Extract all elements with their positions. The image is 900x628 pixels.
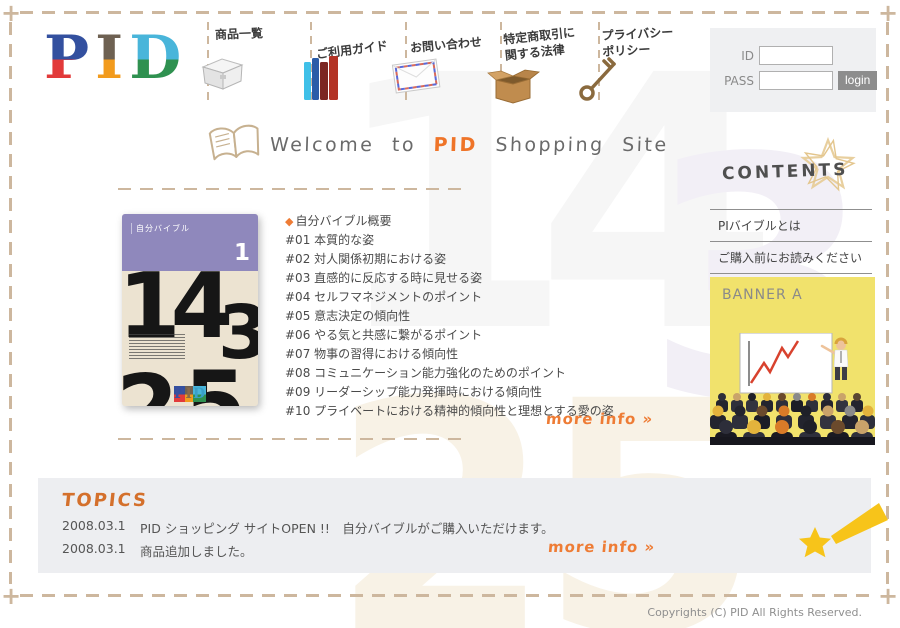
id-input[interactable]: [759, 46, 833, 65]
topic-date: 2008.03.1: [62, 518, 140, 537]
copyright: Copyrights (C) PID All Rights Reserved.: [647, 606, 862, 619]
topic-text: 商品追加しました。: [140, 541, 253, 560]
chapter-list: ◆自分バイブル概要 #01 本質的な姿 #02 対人関係初期における姿 #03 …: [285, 212, 614, 421]
open-book-icon: [204, 119, 266, 169]
diamond-bullet: ◆: [285, 215, 293, 228]
nav-item-products[interactable]: 商品一覧: [215, 25, 264, 43]
banner-label: BANNER A: [722, 287, 803, 303]
welcome-brand: PID: [433, 134, 478, 156]
chapter-row: #09 リーダーシップ能力発揮時における傾向性: [285, 383, 614, 402]
login-button[interactable]: login: [838, 71, 877, 90]
frame-left-dash: [9, 22, 12, 584]
site-logo[interactable]: PID: [44, 28, 187, 88]
shooting-star-icon: [795, 496, 891, 566]
frame-corner-plus: +: [1, 1, 21, 25]
pass-input[interactable]: [759, 71, 833, 90]
topic-text: PID ショッピング サイトOPEN !! 自分バイブルがご購入いただけます。: [140, 518, 554, 537]
welcome-heading: Welcome to PID Shopping Site: [270, 134, 669, 156]
chapter-row: #07 物事の習得における傾向性: [285, 345, 614, 364]
nav-label: 商品一覧: [215, 26, 263, 42]
sidebar-link-about[interactable]: PIバイブルとは: [710, 209, 872, 241]
chapter-row: #08 コミュニケーション能力強化のためのポイント: [285, 364, 614, 383]
case-icon: [196, 48, 248, 94]
product-cover: 自分バイブル 1 14 3 2 5 PID: [122, 214, 258, 406]
topics-title: TOPICS: [61, 490, 149, 511]
chapter-row: #04 セルフマネジメントのポイント: [285, 288, 614, 307]
chapter-row: #05 意志決定の傾向性: [285, 307, 614, 326]
topic-row: 2008.03.1 PID ショッピング サイトOPEN !! 自分バイブルがご…: [62, 518, 554, 537]
welcome-suffix: Shopping Site: [495, 134, 669, 156]
logo-letter: D: [129, 23, 187, 93]
overview-heading: ◆自分バイブル概要: [285, 212, 614, 231]
cover-series-title: 自分バイブル: [131, 223, 190, 234]
id-label: ID: [710, 49, 754, 63]
envelope-icon: [388, 54, 444, 96]
sidebar-links: PIバイブルとは ご購入前にお読みください: [710, 209, 872, 274]
cover-text-block: [129, 334, 185, 360]
pass-label: PASS: [710, 74, 754, 88]
more-info-link[interactable]: more info »: [545, 410, 654, 428]
presentation-illustration: [710, 333, 875, 445]
section-divider: [118, 438, 463, 440]
frame-bottom-dash: [20, 594, 876, 597]
frame-corner-plus: +: [878, 1, 898, 25]
logo-letter: I: [95, 23, 129, 93]
cover-logo: PID: [122, 386, 258, 402]
section-divider: [118, 188, 463, 190]
page: 14 3 25 + + + + PID 商品一覧 ご利用ガイド お問い合わせ: [0, 0, 900, 628]
topics-more-info-link[interactable]: more info »: [547, 538, 656, 556]
sidebar-link-before-purchase[interactable]: ご購入前にお読みください: [710, 241, 872, 274]
chapter-row: #06 やる気と共感に繋がるポイント: [285, 326, 614, 345]
box-icon: [486, 60, 542, 106]
frame-corner-plus: +: [1, 584, 21, 608]
login-panel: ID PASS login: [710, 28, 876, 112]
logo-letter: P: [44, 23, 95, 93]
topics-panel: TOPICS 2008.03.1 PID ショッピング サイトOPEN !! 自…: [38, 478, 871, 573]
topic-row: 2008.03.1 商品追加しました。: [62, 541, 253, 560]
frame-corner-plus: +: [878, 584, 898, 608]
books-icon: [300, 48, 342, 102]
logo-letter: P: [174, 386, 186, 402]
cover-volume: 1: [234, 240, 250, 266]
key-icon: [574, 52, 624, 104]
topic-date: 2008.03.1: [62, 541, 140, 560]
welcome-prefix: Welcome to: [270, 134, 417, 156]
chapter-row: #02 対人関係初期における姿: [285, 250, 614, 269]
frame-top-dash: [20, 11, 876, 14]
logo-letter: I: [185, 386, 193, 402]
banner-a[interactable]: BANNER A: [710, 277, 875, 445]
logo-letter: D: [193, 386, 206, 402]
chapter-row: #01 本質的な姿: [285, 231, 614, 250]
chapter-row: #03 直感的に反応する時に見せる姿: [285, 269, 614, 288]
overview-heading-text: 自分バイブル概要: [295, 214, 391, 228]
